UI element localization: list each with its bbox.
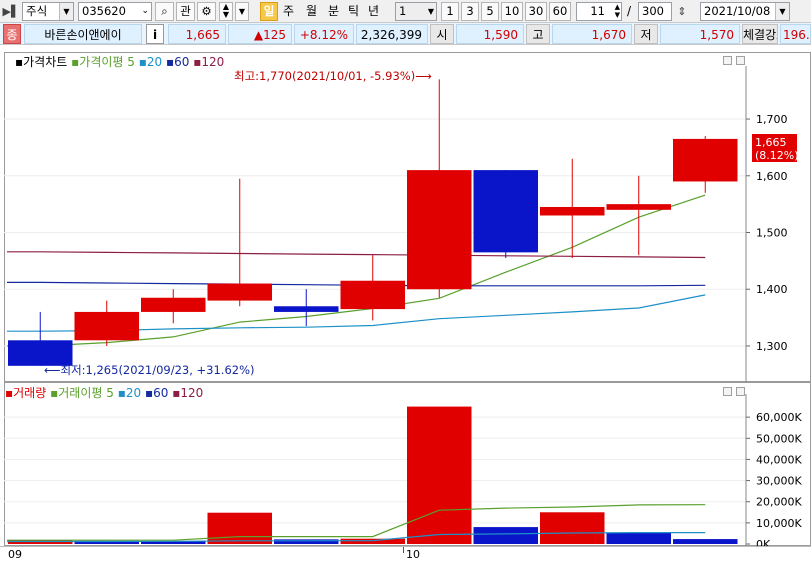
low-annotation: ⟵최저:1,265(2021/09/23, +31.62%)	[44, 363, 255, 377]
stock-code-value: 035620	[82, 4, 126, 18]
info-button[interactable]: i	[146, 24, 164, 44]
volume-bar	[540, 512, 605, 544]
trade-volume: 2,326,399	[356, 24, 428, 44]
spin-icon: ▲ ▼	[614, 3, 620, 19]
candle-body	[141, 297, 206, 312]
candle-body	[340, 280, 405, 310]
x-axis-tick-oct	[403, 547, 404, 553]
period-year-button[interactable]: 년	[368, 2, 379, 21]
interval-10-button[interactable]: 10	[501, 2, 523, 21]
interval-5-button[interactable]: 5	[481, 2, 499, 21]
volume-bar	[407, 406, 472, 544]
candle-body	[207, 283, 272, 301]
candle-body	[540, 206, 605, 216]
x-axis-label-oct: 10	[406, 548, 420, 561]
stock-code-input[interactable]: 035620 ⌄	[78, 2, 152, 21]
current-price: 1,665	[168, 24, 226, 44]
volume-bar	[340, 538, 405, 544]
high-label: 고	[526, 24, 550, 44]
display-count-input[interactable]: 11 ▲ ▼	[576, 2, 622, 21]
search-button[interactable]: ⌕	[155, 2, 174, 21]
price-axis-tick-label: 1,400	[756, 283, 788, 296]
price-axis-tick-label: 1,700	[756, 113, 788, 126]
market-select-value: 주식	[26, 4, 48, 18]
date-value: 2021/10/08	[704, 4, 771, 18]
interval-select[interactable]: 1 ▼	[395, 2, 437, 21]
low-value: 1,570	[660, 24, 740, 44]
period-tick-button[interactable]: 틱	[348, 2, 359, 21]
chevron-down-icon: ▼	[775, 3, 789, 20]
total-count-value: 300	[642, 4, 664, 18]
price-change: ▲125	[228, 24, 292, 44]
stock-name: 바른손이앤에이	[24, 24, 142, 44]
chevron-down-icon: ▼	[427, 7, 434, 16]
count-separator: /	[627, 4, 632, 18]
period-minute-button[interactable]: 분	[328, 2, 339, 21]
volume-axis-tick-label: 30,000K	[756, 475, 802, 488]
candle-body	[74, 311, 139, 341]
search-icon: ⌕	[161, 4, 168, 18]
interval-1-button[interactable]: 1	[441, 2, 459, 21]
zoom-icon[interactable]: ⇕	[674, 2, 690, 21]
last-price-label: 1,665	[755, 136, 787, 149]
volume-axis-tick-label: 0K	[756, 538, 771, 546]
candle-body	[473, 170, 538, 253]
low-label: 저	[634, 24, 658, 44]
price-chart: 1,300 1,400 1,500 1,600 1,700 최고:1,770(2021/…	[4, 66, 799, 382]
high-value: 1,670	[552, 24, 632, 44]
x-axis-label-sep: 09	[8, 548, 22, 561]
quote-bar: 종 바른손이앤에이 i 1,665 ▲125 +8.12% 2,326,399 …	[0, 23, 811, 45]
panel-toggle-icon[interactable]: ▶▌	[2, 2, 20, 21]
interval-60-button[interactable]: 60	[549, 2, 571, 21]
last-rate-label: (8.12%)	[755, 149, 799, 162]
strength-label: 체결강도	[742, 24, 778, 44]
interval-value: 1	[399, 4, 407, 18]
spin-button[interactable]: ▲ ▼	[219, 2, 233, 21]
gear-icon: ⚙	[201, 4, 212, 18]
volume-bar	[473, 527, 538, 544]
volume-axis-tick-label: 10,000K	[756, 517, 802, 530]
volume-chart: 0K 10,000K 20,000K 30,000K 40,000K 50,000K 60,…	[4, 394, 802, 546]
volume-bar	[274, 539, 339, 544]
volume-axis-tick-label: 60,000K	[756, 411, 802, 424]
open-label: 시	[430, 24, 454, 44]
change-rate: +8.12%	[294, 24, 354, 44]
dropdown-button[interactable]: ▼	[235, 2, 249, 21]
date-input[interactable]: 2021/10/08 ▼	[700, 2, 790, 21]
high-annotation: 최고:1,770(2021/10/01, -5.93%)⟶	[234, 69, 432, 83]
period-day-button[interactable]: 일	[260, 2, 278, 21]
x-axis: 09 10	[0, 546, 811, 564]
chevron-down-icon: ▼	[59, 3, 73, 20]
interest-button[interactable]: 관	[176, 2, 195, 21]
total-count-input[interactable]: 300	[638, 2, 672, 21]
candle-body	[274, 306, 339, 312]
stock-badge: 종	[3, 24, 21, 44]
candle-body	[407, 170, 472, 290]
candle-body	[673, 138, 738, 182]
volume-axis-tick-label: 20,000K	[756, 496, 802, 509]
volume-axis-tick-label: 50,000K	[756, 432, 802, 445]
chevron-down-icon: ⌄	[141, 6, 149, 16]
settings-button[interactable]: ⚙	[197, 2, 216, 21]
price-axis-tick-label: 1,600	[756, 170, 788, 183]
candle-body	[606, 204, 671, 210]
volume-bar	[207, 512, 272, 544]
price-axis-tick-label: 1,300	[756, 340, 788, 353]
open-value: 1,590	[456, 24, 524, 44]
display-count-value: 11	[590, 4, 605, 18]
market-select[interactable]: 주식 ▼	[22, 2, 74, 21]
interval-3-button[interactable]: 3	[461, 2, 479, 21]
period-month-button[interactable]: 월	[306, 2, 317, 21]
period-week-button[interactable]: 주	[283, 2, 294, 21]
strength-value: 196.9	[780, 24, 811, 44]
volume-axis-tick-label: 40,000K	[756, 453, 802, 466]
price-ma-line	[7, 251, 706, 259]
interval-30-button[interactable]: 30	[525, 2, 547, 21]
candle-body	[8, 340, 73, 366]
volume-bar	[673, 539, 738, 544]
chart-toolbar: ▶▌ 주식 ▼ 035620 ⌄ ⌕ 관 ⚙ ▲ ▼ ▼ 일 주 월 분 틱 년 …	[0, 0, 811, 23]
price-axis-tick-label: 1,500	[756, 227, 788, 240]
volume-bar	[606, 533, 671, 544]
